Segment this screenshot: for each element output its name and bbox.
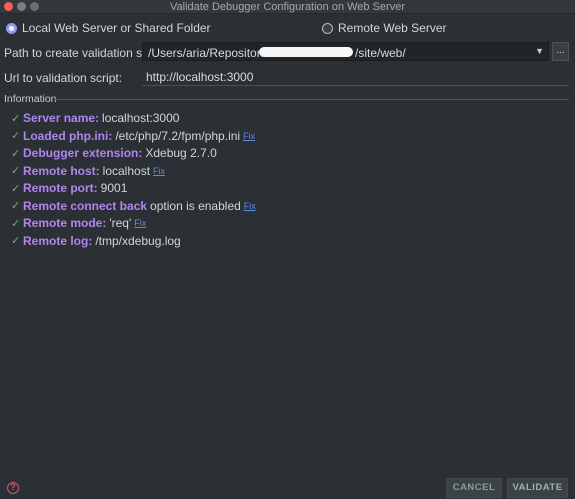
info-row: ✓ Server name: localhost:3000	[11, 111, 179, 125]
info-key: Debugger extension:	[23, 146, 143, 160]
url-value: http://localhost:3000	[146, 70, 254, 84]
info-key: Remote log:	[23, 233, 93, 248]
check-icon: ✓	[11, 182, 21, 195]
fix-link[interactable]: Fix	[243, 131, 255, 141]
check-icon: ✓	[11, 130, 21, 142]
fix-link[interactable]: Fix	[244, 201, 256, 211]
check-icon: ✓	[11, 217, 21, 230]
info-row: ✓ Remote connect back option is enabled Fix	[11, 199, 256, 213]
local-server-label[interactable]: Local Web Server or Shared Folder	[22, 21, 211, 35]
check-icon: ✓	[11, 147, 21, 160]
check-icon: ✓	[11, 235, 21, 247]
path-combobox[interactable]: /Users/aria/Repositories/ /site/web/ ▼	[142, 42, 549, 61]
cancel-button[interactable]: CANCEL	[446, 478, 502, 498]
info-row: ✓ Remote port: 9001	[11, 181, 127, 195]
local-server-radio[interactable]	[6, 22, 17, 34]
remote-server-option[interactable]: Remote Web Server	[322, 21, 447, 35]
browse-button[interactable]: ...	[552, 42, 569, 61]
check-icon: ✓	[11, 200, 21, 212]
info-row: ✓ Remote log:/tmp/xdebug.log	[11, 234, 181, 248]
check-icon: ✓	[11, 165, 21, 177]
redacted-segment	[259, 47, 353, 57]
check-icon: ✓	[11, 112, 21, 125]
url-input[interactable]: http://localhost:3000	[142, 68, 569, 86]
info-key: Remote mode:	[23, 216, 107, 230]
url-label: Url to validation script:	[4, 71, 123, 85]
info-key: Remote port:	[23, 181, 98, 195]
remote-server-label[interactable]: Remote Web Server	[338, 21, 447, 35]
validate-button[interactable]: VALIDATE	[507, 478, 568, 498]
info-value: option is enabled	[150, 198, 241, 213]
window-title: Validate Debugger Configuration on Web S…	[169, 1, 405, 13]
section-divider	[55, 99, 569, 100]
info-key: Server name:	[23, 111, 100, 125]
info-key: Remote host:	[23, 163, 100, 178]
information-section-title: Information	[4, 93, 57, 105]
info-value: localhost	[102, 163, 151, 178]
info-row: ✓ Loaded php.ini:/etc/php/7.2/fpm/php.ini…	[11, 129, 255, 143]
info-value: 9001	[100, 181, 128, 195]
chevron-down-icon[interactable]: ▼	[535, 46, 544, 56]
info-value: /etc/php/7.2/fpm/php.ini	[115, 128, 241, 143]
info-value: 'req'	[109, 216, 132, 230]
info-row: ✓ Remote host: localhost Fix	[11, 164, 165, 178]
path-value-suffix: /site/web/	[355, 46, 406, 60]
info-row: ✓ Remote mode:'req' Fix	[11, 216, 146, 230]
info-key: Loaded php.ini:	[23, 128, 113, 143]
info-value: localhost:3000	[102, 111, 180, 125]
info-value: Xdebug 2.7.0	[145, 146, 217, 160]
remote-server-radio[interactable]	[322, 22, 333, 34]
info-value: /tmp/xdebug.log	[95, 233, 181, 248]
help-icon[interactable]: ?	[7, 482, 19, 494]
fix-link[interactable]: Fix	[153, 166, 165, 176]
info-key: Remote connect back	[23, 198, 148, 213]
title-bar: Validate Debugger Configuration on Web S…	[0, 0, 575, 14]
local-server-option[interactable]: Local Web Server or Shared Folder	[6, 21, 211, 35]
fix-link[interactable]: Fix	[134, 218, 146, 228]
info-row: ✓ Debugger extension: Xdebug 2.7.0	[11, 146, 217, 160]
